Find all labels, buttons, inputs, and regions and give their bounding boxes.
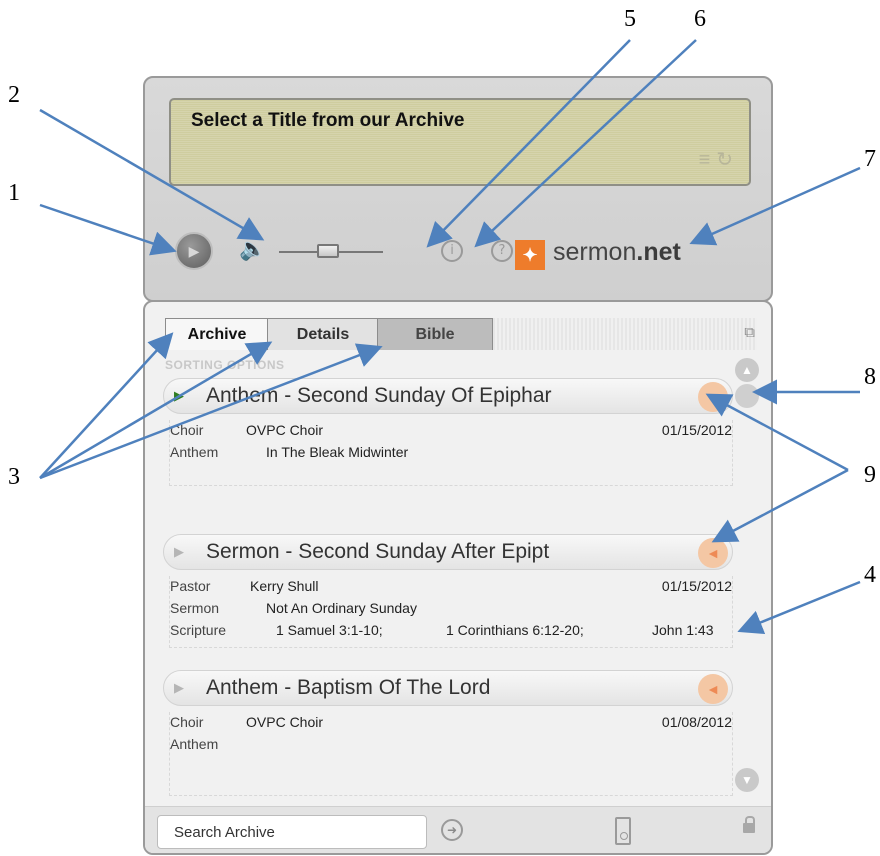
archive-entry: ▶ Anthem - Second Sunday Of Epiphar ◄ Ch… (163, 378, 733, 486)
entry-title[interactable]: Anthem - Baptism Of The Lord (206, 676, 646, 700)
scripture-reference: John 1:43 (652, 622, 714, 638)
entry-header[interactable]: ▶ Sermon - Second Sunday After Epipt ◄ (163, 534, 733, 570)
tab-details[interactable]: Details (267, 318, 379, 350)
callout-6: 6 (694, 6, 706, 32)
field-label: Pastor (170, 578, 211, 594)
field-label: Choir (170, 714, 204, 730)
player-header: Select a Title from our Archive ≡↻ ▶ 🔈 i… (143, 76, 773, 302)
tab-bible[interactable]: Bible (377, 318, 493, 350)
field-label: Sermon (170, 600, 220, 616)
entry-header[interactable]: ▶ Anthem - Second Sunday Of Epiphar ◄ (163, 378, 733, 414)
audio-icon[interactable]: ◄ (698, 382, 728, 412)
callout-2: 2 (8, 82, 20, 108)
callout-4: 4 (864, 562, 876, 588)
entry-date: 01/15/2012 (661, 422, 732, 438)
field-label: Scripture (170, 622, 227, 638)
popout-icon[interactable]: ⧉ (744, 324, 755, 341)
expand-arrow-icon[interactable]: ▶ (174, 680, 184, 696)
info-icon[interactable]: i (441, 240, 463, 262)
entry-title[interactable]: Anthem - Second Sunday Of Epiphar (206, 384, 646, 408)
display-title: Select a Title from our Archive (191, 110, 465, 131)
field-row: Choir OVPC Choir 01/08/2012 (170, 712, 732, 734)
field-value: In The Bleak Midwinter (266, 444, 409, 460)
volume-slider-handle[interactable] (317, 244, 339, 258)
sorting-options-label[interactable]: SORTING OPTIONS (165, 358, 285, 372)
callout-3: 3 (8, 464, 20, 490)
archive-panel: Archive Details Bible ⧉ SORTING OPTIONS … (143, 300, 773, 855)
lock-icon[interactable] (743, 816, 755, 833)
field-label: Anthem (170, 736, 219, 752)
list-icon[interactable]: ≡ (699, 149, 717, 171)
field-row: Scripture 1 Samuel 3:1-10; 1 Corinthians… (170, 620, 732, 642)
entry-details: Pastor Kerry Shull 01/15/2012 Sermon Not… (169, 576, 733, 648)
play-icon[interactable]: ▶ (175, 232, 213, 270)
callout-7: 7 (864, 146, 876, 172)
entry-details: Choir OVPC Choir 01/08/2012 Anthem (169, 712, 733, 796)
tab-archive[interactable]: Archive (165, 318, 269, 350)
panel-footer: ➜ (145, 806, 771, 853)
field-label: Choir (170, 422, 204, 438)
help-icon[interactable]: ? (491, 240, 513, 262)
expand-arrow-icon[interactable]: ▶ (174, 544, 184, 560)
field-row: Sermon Not An Ordinary Sunday (170, 598, 732, 620)
refresh-icon[interactable]: ↻ (716, 149, 739, 171)
field-value: OVPC Choir (246, 422, 324, 438)
now-playing-display: Select a Title from our Archive ≡↻ (169, 98, 751, 186)
archive-entry: ▶ Anthem - Baptism Of The Lord ◄ Choir O… (163, 670, 733, 796)
tab-strip-filler (493, 318, 757, 350)
entry-details: Choir OVPC Choir 01/15/2012 Anthem In Th… (169, 420, 733, 486)
logo-text: sermon.net (553, 238, 681, 266)
entry-date: 01/08/2012 (661, 714, 732, 730)
logo-icon: ✦ (515, 240, 545, 270)
callout-9: 9 (864, 462, 876, 488)
field-row: Pastor Kerry Shull 01/15/2012 (170, 576, 732, 598)
scroll-up-icon[interactable]: ▲ (735, 358, 759, 382)
field-row: Anthem (170, 734, 732, 756)
entry-header[interactable]: ▶ Anthem - Baptism Of The Lord ◄ (163, 670, 733, 706)
expand-arrow-icon[interactable]: ▶ (174, 388, 184, 404)
field-value: OVPC Choir (246, 714, 324, 730)
callout-1: 1 (8, 180, 20, 206)
field-value: Kerry Shull (250, 578, 319, 594)
player-controls: ▶ 🔈 i ? (175, 226, 513, 276)
entry-date: 01/15/2012 (661, 578, 732, 594)
field-value: Not An Ordinary Sunday (266, 600, 417, 616)
scripture-reference: 1 Corinthians 6:12-20; (446, 622, 584, 638)
callout-5: 5 (624, 6, 636, 32)
device-icon[interactable] (615, 817, 631, 845)
field-row: Anthem In The Bleak Midwinter (170, 442, 732, 464)
audio-icon[interactable]: ◄ (698, 538, 728, 568)
field-row: Choir OVPC Choir 01/15/2012 (170, 420, 732, 442)
search-go-icon[interactable]: ➜ (441, 819, 463, 841)
scrollbar-thumb[interactable] (735, 384, 759, 408)
speaker-icon[interactable]: 🔈 (239, 236, 266, 262)
entry-title[interactable]: Sermon - Second Sunday After Epipt (206, 540, 646, 564)
audio-icon[interactable]: ◄ (698, 674, 728, 704)
callout-8: 8 (864, 364, 876, 390)
scroll-down-icon[interactable]: ▼ (735, 768, 759, 792)
display-icons: ≡↻ (699, 147, 739, 172)
scripture-reference: 1 Samuel 3:1-10; (276, 622, 383, 638)
archive-entry: ▶ Sermon - Second Sunday After Epipt ◄ P… (163, 534, 733, 648)
field-label: Anthem (170, 444, 219, 460)
search-input[interactable] (157, 815, 427, 849)
